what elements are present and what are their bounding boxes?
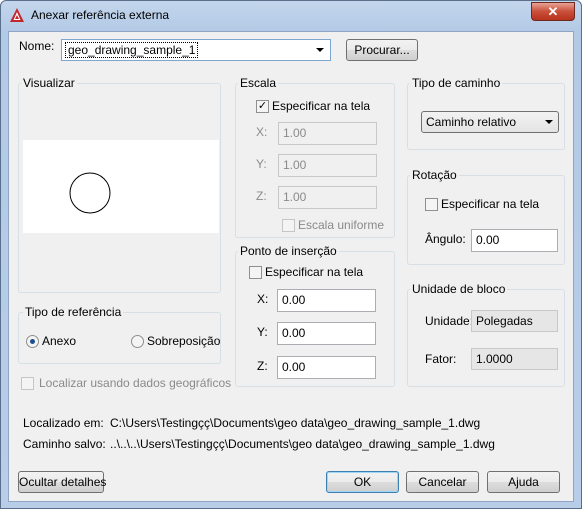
preview-title: Visualizar bbox=[21, 76, 77, 90]
rotation-specify-checkbox[interactable] bbox=[425, 198, 438, 211]
rotation-title: Rotação bbox=[410, 168, 459, 182]
block-unit-group: Unidade de bloco Unidade: Polegadas Fato… bbox=[407, 282, 565, 387]
dialog-window: Anexar referência externa ✕ Nome: geo_dr… bbox=[0, 0, 582, 509]
scale-x-input[interactable]: 1.00 bbox=[278, 122, 377, 145]
autocad-logo-icon bbox=[10, 8, 24, 22]
insertion-point-title: Ponto de inserção bbox=[238, 244, 339, 258]
close-button[interactable]: ✕ bbox=[531, 2, 575, 21]
saved-path-label: Caminho salvo: bbox=[23, 437, 106, 451]
name-label: Nome: bbox=[19, 39, 55, 53]
rotation-specify-label[interactable]: Especificar na tela bbox=[441, 197, 539, 211]
ok-button[interactable]: OK bbox=[326, 471, 399, 493]
rotation-group: Rotação Especificar na tela Ângulo: 0.00 bbox=[407, 168, 565, 265]
reference-type-title: Tipo de referência bbox=[23, 305, 124, 319]
insertion-y-label: Y: bbox=[257, 325, 268, 339]
found-in-value: C:\Users\Testingçç\Documents\geo data\ge… bbox=[110, 416, 481, 430]
title-bar: Anexar referência externa ✕ bbox=[1, 1, 581, 31]
overlay-label[interactable]: Sobreposição bbox=[147, 334, 220, 348]
uniform-scale-label: Escala uniforme bbox=[298, 218, 385, 232]
unit-label: Unidade: bbox=[425, 314, 474, 328]
scale-title: Escala bbox=[238, 76, 279, 90]
preview-canvas bbox=[23, 140, 219, 233]
scale-z-input[interactable]: 1.00 bbox=[278, 186, 377, 209]
reference-type-group: Tipo de referência Anexo Sobreposição bbox=[18, 305, 221, 364]
scale-group: Escala ✓ Especificar na tela X: 1.00 Y: … bbox=[235, 76, 395, 238]
angle-label: Ângulo: bbox=[425, 232, 466, 246]
insertion-point-group: Ponto de inserção Especificar na tela X:… bbox=[235, 244, 395, 387]
found-in-label: Localizado em: bbox=[23, 416, 104, 430]
scale-y-input[interactable]: 1.00 bbox=[278, 154, 377, 177]
geo-locate-checkbox[interactable] bbox=[21, 377, 34, 390]
angle-input[interactable]: 0.00 bbox=[471, 229, 558, 252]
attach-label[interactable]: Anexo bbox=[42, 334, 76, 348]
insertion-x-input[interactable]: 0.00 bbox=[277, 289, 376, 312]
scale-x-label: X: bbox=[256, 125, 268, 139]
saved-path-value: ..\..\..\Users\Testingçç\Documents\geo d… bbox=[110, 437, 495, 451]
help-button[interactable]: Ajuda bbox=[487, 471, 560, 493]
factor-value: 1.0000 bbox=[471, 348, 558, 370]
path-type-select[interactable]: Caminho relativo bbox=[421, 111, 559, 133]
factor-label: Fator: bbox=[425, 352, 457, 366]
radio-selected-dot bbox=[30, 339, 35, 344]
radio-overlay[interactable] bbox=[131, 335, 144, 348]
scale-y-label: Y: bbox=[256, 157, 267, 171]
scale-specify-label[interactable]: Especificar na tela bbox=[272, 99, 370, 113]
scale-specify-checkbox[interactable]: ✓ bbox=[256, 100, 269, 113]
cancel-button[interactable]: Cancelar bbox=[406, 471, 479, 493]
hide-details-button[interactable]: Ocultar detalhes bbox=[18, 471, 106, 493]
path-type-value: Caminho relativo bbox=[426, 115, 517, 129]
name-value: geo_drawing_sample_1 bbox=[64, 42, 199, 58]
chevron-down-icon[interactable] bbox=[316, 48, 324, 52]
unit-value: Polegadas bbox=[471, 310, 558, 332]
geo-locate-label: Localizar usando dados geográficos bbox=[39, 376, 232, 390]
insertion-z-label: Z: bbox=[257, 359, 268, 373]
insertion-z-input[interactable]: 0.00 bbox=[277, 356, 376, 379]
chevron-down-icon[interactable] bbox=[545, 120, 553, 124]
path-type-group: Tipo de caminho Caminho relativo bbox=[407, 76, 565, 150]
insertion-x-label: X: bbox=[257, 292, 269, 306]
window-title: Anexar referência externa bbox=[31, 8, 170, 22]
dialog-body: Nome: geo_drawing_sample_1 Procurar... V… bbox=[8, 31, 574, 502]
insertion-y-input[interactable]: 0.00 bbox=[277, 322, 376, 345]
scale-z-label: Z: bbox=[256, 189, 267, 203]
path-type-title: Tipo de caminho bbox=[410, 76, 503, 90]
radio-attach[interactable] bbox=[26, 335, 39, 348]
insertion-specify-label[interactable]: Especificar na tela bbox=[265, 265, 363, 279]
preview-group: Visualizar bbox=[18, 76, 221, 293]
block-unit-title: Unidade de bloco bbox=[410, 282, 508, 296]
browse-button[interactable]: Procurar... bbox=[346, 39, 418, 61]
uniform-scale-checkbox[interactable] bbox=[282, 219, 295, 232]
name-combo[interactable]: geo_drawing_sample_1 bbox=[61, 39, 331, 61]
insertion-specify-checkbox[interactable] bbox=[249, 266, 262, 279]
